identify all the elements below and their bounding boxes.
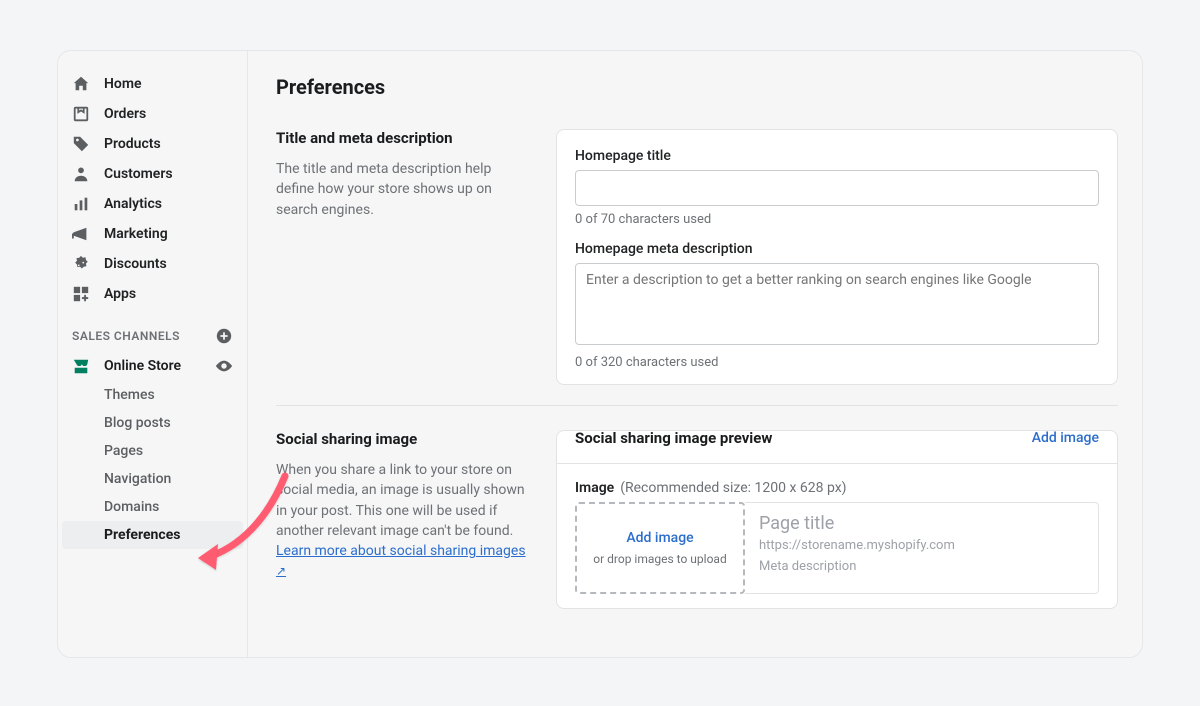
add-image-button[interactable]: Add image [1032, 430, 1099, 446]
sidebar-item-marketing[interactable]: Marketing [58, 219, 247, 249]
learn-more-link[interactable]: Learn more about social sharing images ↗ [276, 543, 526, 579]
section-social-info: Social sharing image When you share a li… [276, 430, 532, 609]
social-preview: Page title https://storename.myshopify.c… [745, 502, 1099, 594]
sidebar-item-products[interactable]: Products [58, 129, 247, 159]
sidebar-item-discounts[interactable]: Discounts [58, 249, 247, 279]
image-rec: (Recommended size: 1200 x 628 px) [620, 480, 846, 496]
external-link-icon: ↗ [276, 564, 286, 578]
homepage-meta-textarea[interactable] [575, 263, 1099, 345]
main-content: Preferences Title and meta description T… [248, 51, 1142, 657]
sales-channels-heading: SALES CHANNELS [58, 309, 247, 351]
page-title: Preferences [276, 75, 1118, 99]
sidebar-item-label: Orders [104, 106, 146, 122]
section-social: Social sharing image When you share a li… [276, 430, 1118, 609]
sub-item-preferences[interactable]: Preferences [62, 521, 243, 549]
analytics-icon [72, 195, 90, 213]
add-channel-icon[interactable] [215, 327, 233, 345]
sidebar-item-customers[interactable]: Customers [58, 159, 247, 189]
section-social-desc-text: When you share a link to your store on s… [276, 462, 525, 539]
products-icon [72, 135, 90, 153]
sidebar-item-label: Online Store [104, 358, 201, 374]
drop-hint: or drop images to upload [593, 552, 726, 566]
marketing-icon [72, 225, 90, 243]
preview-page-title: Page title [759, 513, 1084, 534]
home-icon [72, 75, 90, 93]
sub-item-navigation[interactable]: Navigation [58, 465, 247, 493]
sidebar-item-label: Home [104, 76, 142, 92]
orders-icon [72, 105, 90, 123]
homepage-title-label: Homepage title [575, 148, 1099, 164]
sidebar-item-online-store[interactable]: Online Store [58, 351, 247, 381]
sidebar-item-orders[interactable]: Orders [58, 99, 247, 129]
homepage-meta-label: Homepage meta description [575, 241, 1099, 257]
section-meta: Title and meta description The title and… [276, 129, 1118, 385]
sales-channels-label: SALES CHANNELS [72, 329, 180, 343]
section-divider [276, 405, 1118, 406]
image-label: Image (Recommended size: 1200 x 628 px) [575, 480, 1099, 496]
sidebar: Home Orders Products Customers Analytics… [58, 51, 248, 657]
store-icon [72, 357, 90, 375]
sidebar-item-apps[interactable]: Apps [58, 279, 247, 309]
sidebar-item-label: Customers [104, 166, 173, 182]
image-drop-zone[interactable]: Add image or drop images to upload [575, 502, 745, 594]
sub-item-themes[interactable]: Themes [58, 381, 247, 409]
sidebar-item-label: Apps [104, 286, 136, 302]
homepage-title-field: Homepage title 0 of 70 characters used [575, 148, 1099, 227]
sidebar-item-label: Analytics [104, 196, 162, 212]
learn-more-text: Learn more about social sharing images [276, 543, 526, 559]
section-meta-heading: Title and meta description [276, 129, 532, 147]
homepage-meta-helper: 0 of 320 characters used [575, 355, 1099, 370]
drop-add-image[interactable]: Add image [626, 530, 693, 546]
sub-item-domains[interactable]: Domains [58, 493, 247, 521]
image-label-text: Image [575, 480, 614, 496]
view-store-icon[interactable] [215, 357, 233, 375]
app-card: Home Orders Products Customers Analytics… [57, 50, 1143, 658]
sidebar-item-label: Products [104, 136, 161, 152]
sidebar-item-home[interactable]: Home [58, 69, 247, 99]
preview-meta-desc: Meta description [759, 559, 1084, 574]
homepage-title-helper: 0 of 70 characters used [575, 212, 1099, 227]
sub-item-blog-posts[interactable]: Blog posts [58, 409, 247, 437]
discounts-icon [72, 255, 90, 273]
sidebar-item-label: Discounts [104, 256, 167, 272]
section-meta-desc: The title and meta description help defi… [276, 159, 532, 220]
section-social-heading: Social sharing image [276, 430, 532, 448]
social-card: Social sharing image preview Add image I… [556, 430, 1118, 609]
image-row: Add image or drop images to upload Page … [575, 502, 1099, 594]
homepage-title-input[interactable] [575, 170, 1099, 206]
apps-icon [72, 285, 90, 303]
meta-card: Homepage title 0 of 70 characters used H… [556, 129, 1118, 385]
sub-item-pages[interactable]: Pages [58, 437, 247, 465]
social-card-title: Social sharing image preview [575, 429, 772, 447]
customers-icon [72, 165, 90, 183]
preview-url: https://storename.myshopify.com [759, 538, 1084, 553]
section-meta-info: Title and meta description The title and… [276, 129, 532, 385]
sidebar-item-label: Marketing [104, 226, 168, 242]
homepage-meta-field: Homepage meta description 0 of 320 chara… [575, 241, 1099, 370]
section-social-desc: When you share a link to your store on s… [276, 460, 532, 582]
sidebar-item-analytics[interactable]: Analytics [58, 189, 247, 219]
social-card-header: Social sharing image preview Add image [557, 413, 1117, 464]
